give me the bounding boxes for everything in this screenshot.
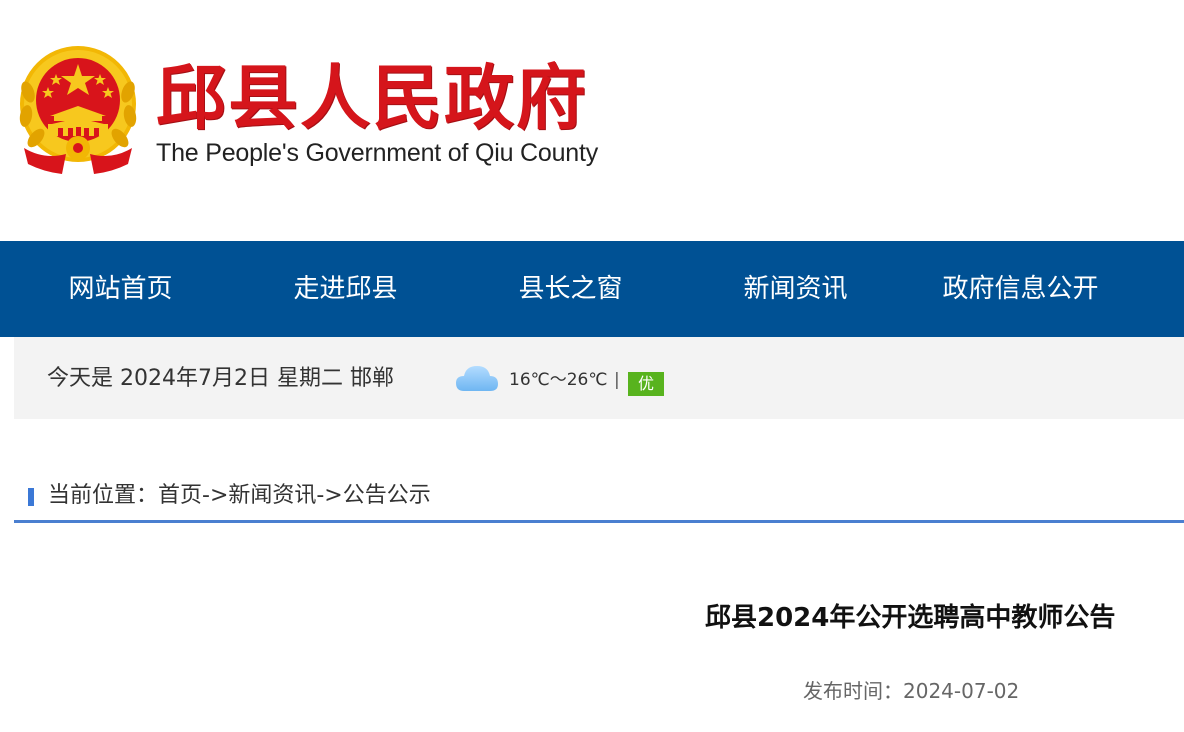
publish-label: 发布时间：: [803, 679, 903, 703]
info-bar: 今天是 2024年7月2日 星期二 邯郸 16℃～26℃ | 优: [14, 337, 1184, 419]
publish-date: 发布时间：2024-07-02: [803, 674, 1019, 708]
nav-item-news[interactable]: 新闻资讯: [683, 241, 908, 337]
publish-date-value: 2024-07-02: [903, 679, 1020, 703]
nav-item-home[interactable]: 网站首页: [8, 241, 233, 337]
air-quality-badge: 优: [628, 372, 664, 396]
nav-item-gov-info[interactable]: 政府信息公开: [908, 241, 1133, 337]
site-header: 邱县人民政府 The People's Government of Qiu Co…: [0, 0, 1184, 241]
nav-item-magistrate[interactable]: 县长之窗: [458, 241, 683, 337]
article-title: 邱县2024年公开选聘高中教师公告: [705, 603, 1116, 633]
site-title: 邱县人民政府: [156, 57, 588, 139]
date-text: 今天是 2024年7月2日 星期二 邯郸: [47, 366, 394, 391]
temperature-text: 16℃～26℃: [509, 370, 608, 390]
breadcrumb[interactable]: 当前位置：首页->新闻资讯->公告公示: [48, 478, 431, 514]
main-nav: 网站首页 走进邱县 县长之窗 新闻资讯 政府信息公开: [0, 241, 1184, 337]
cloud-icon: [456, 366, 498, 391]
breadcrumb-divider: [14, 520, 1184, 523]
national-emblem-icon[interactable]: [14, 42, 142, 176]
breadcrumb-marker: [28, 488, 34, 506]
separator: |: [614, 370, 620, 390]
nav-item-about[interactable]: 走进邱县: [233, 241, 458, 337]
site-subtitle: The People's Government of Qiu County: [156, 139, 599, 167]
